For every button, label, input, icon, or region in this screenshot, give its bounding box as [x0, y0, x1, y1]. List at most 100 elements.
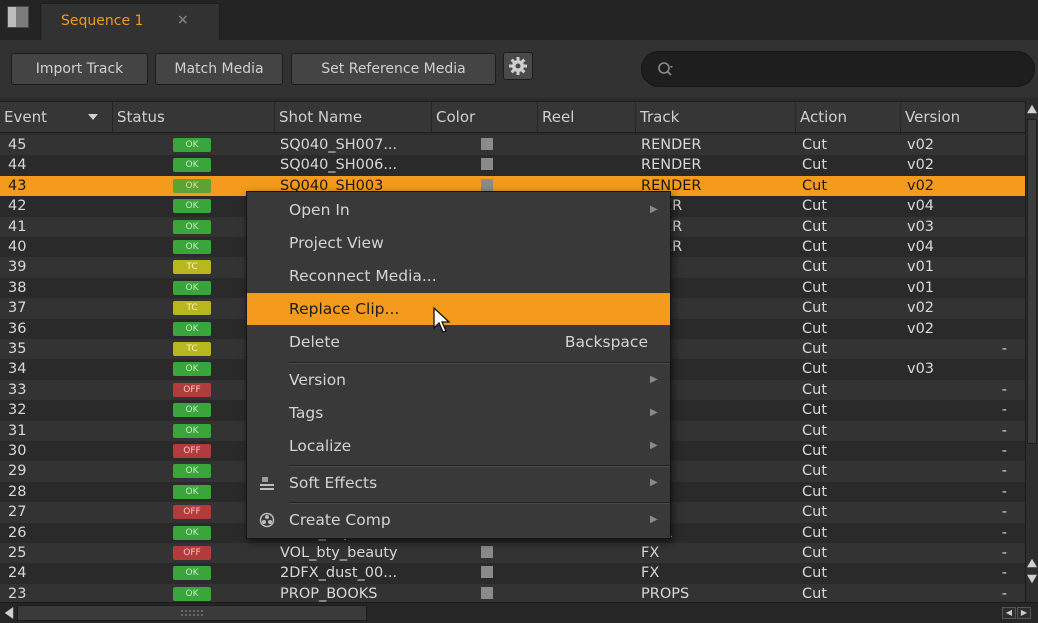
menu-item-project-view[interactable]: Project View	[247, 227, 670, 259]
track-cell: FX	[641, 545, 660, 561]
search-field[interactable]	[641, 51, 1035, 87]
vertical-scrollbar[interactable]	[1025, 101, 1038, 602]
menu-item-replace-clip[interactable]: Replace Clip...	[247, 293, 670, 325]
context-menu: Open In ▶ Project View Reconnect Media..…	[246, 191, 671, 539]
table-row[interactable]: 23 OK PROP_BOOKS PROPS Cut -	[0, 583, 1025, 602]
version-cell: -	[1001, 504, 1007, 521]
submenu-arrow-icon: ▶	[650, 204, 658, 215]
vertical-scroll-thumb[interactable]	[1027, 119, 1037, 444]
shot-name-cell: VOL_bty_beauty	[280, 545, 398, 561]
shot-name-cell: SQ040_SH007...	[280, 137, 398, 153]
table-row[interactable]: 45 OK SQ040_SH007... RENDER Cut v02	[0, 135, 1025, 156]
create-comp-icon	[259, 512, 275, 528]
match-media-button[interactable]: Match Media	[155, 53, 283, 85]
scroll-left-icon[interactable]: ◀	[1002, 607, 1016, 619]
event-cell: 40	[8, 239, 27, 255]
shot-name-cell: PROP_BOOKS	[280, 585, 378, 602]
menu-item-open-in[interactable]: Open In ▶	[247, 194, 670, 226]
column-color[interactable]: Color	[432, 102, 538, 132]
column-track[interactable]: Track	[636, 102, 796, 132]
status-badge: OFF	[173, 382, 211, 397]
event-cell: 41	[8, 218, 27, 235]
version-cell: v04	[907, 198, 935, 215]
tab-sequence-1[interactable]: Sequence 1 ×	[40, 3, 220, 40]
version-cell: -	[1001, 402, 1007, 419]
menu-item-delete[interactable]: Delete Backspace	[247, 326, 670, 358]
action-cell: Cut	[802, 218, 827, 235]
status-badge: OK	[173, 138, 211, 152]
panel-menu-icon[interactable]	[7, 6, 29, 28]
track-cell: RENDER	[641, 157, 702, 174]
horizontal-scroll-thumb[interactable]	[17, 605, 367, 621]
track-cell: FX	[641, 565, 660, 582]
scroll-down-icon[interactable]	[1027, 574, 1037, 584]
action-cell: Cut	[802, 279, 827, 296]
table-row[interactable]: 44 OK SQ040_SH006... RENDER Cut v02	[0, 155, 1025, 176]
action-cell: Cut	[802, 381, 827, 398]
gear-glyph	[509, 57, 527, 75]
status-badge: OK	[173, 321, 211, 336]
status-badge: TC	[173, 342, 211, 356]
gear-icon[interactable]	[503, 52, 533, 80]
version-cell: v02	[907, 320, 935, 337]
status-badge: TC	[173, 301, 211, 316]
version-cell: -	[1001, 422, 1007, 439]
column-version[interactable]: Version	[901, 102, 1025, 132]
event-cell: 27	[8, 504, 27, 521]
version-cell: -	[1001, 341, 1007, 357]
set-reference-media-button[interactable]: Set Reference Media	[291, 53, 496, 85]
action-cell: Cut	[802, 157, 827, 174]
menu-label: Create Comp	[289, 511, 391, 529]
color-swatch	[481, 586, 493, 599]
event-cell: 31	[8, 422, 27, 439]
action-cell: Cut	[802, 483, 827, 500]
column-event[interactable]: Event	[0, 102, 113, 132]
version-cell: -	[1001, 381, 1007, 398]
version-cell: v03	[907, 361, 935, 378]
menu-item-localize[interactable]: Localize ▶	[247, 430, 670, 462]
column-action[interactable]: Action	[796, 102, 901, 132]
tab-title: Sequence 1	[61, 13, 144, 29]
event-cell: 28	[8, 483, 27, 500]
menu-item-reconnect-media[interactable]: Reconnect Media...	[247, 260, 670, 292]
mouse-cursor-icon	[433, 306, 451, 333]
scroll-right-icon[interactable]: ▶	[1017, 607, 1031, 619]
menu-label: Localize	[289, 437, 352, 455]
submenu-arrow-icon: ▶	[650, 374, 658, 385]
menu-item-create-comp[interactable]: Create Comp ▶	[247, 504, 670, 536]
action-cell: Cut	[802, 565, 827, 582]
event-cell: 44	[8, 157, 27, 174]
column-status[interactable]: Status	[113, 102, 275, 132]
column-shot-name[interactable]: Shot Name	[275, 102, 432, 132]
search-input[interactable]	[686, 58, 1020, 82]
menu-label: Reconnect Media...	[289, 267, 437, 285]
shot-name-cell: 2DFX_dust_00...	[280, 565, 398, 582]
submenu-arrow-icon: ▶	[650, 440, 658, 451]
table-row[interactable]: 25 OFF VOL_bty_beauty FX Cut -	[0, 543, 1025, 564]
event-cell: 30	[8, 443, 27, 459]
horizontal-scrollbar[interactable]: ◀ ▶	[0, 602, 1038, 623]
menu-item-soft-effects[interactable]: Soft Effects ▶	[247, 467, 670, 499]
status-badge: OK	[173, 464, 211, 479]
version-cell: v03	[907, 218, 935, 235]
status-badge: OK	[173, 484, 211, 499]
shot-name-cell: SQ040_SH006...	[280, 157, 398, 174]
scroll-up-icon[interactable]	[1027, 104, 1037, 114]
submenu-arrow-icon: ▶	[650, 407, 658, 418]
event-cell: 45	[8, 137, 27, 153]
action-cell: Cut	[802, 341, 827, 357]
color-swatch	[481, 178, 493, 191]
scroll-left-icon[interactable]	[4, 607, 14, 619]
import-track-button[interactable]: Import Track	[11, 53, 148, 85]
version-cell: v01	[907, 279, 935, 296]
event-cell: 38	[8, 279, 27, 296]
track-cell: PROPS	[641, 585, 690, 602]
column-reel[interactable]: Reel	[538, 102, 636, 132]
table-row[interactable]: 24 OK 2DFX_dust_00... FX Cut -	[0, 563, 1025, 584]
close-icon[interactable]: ×	[177, 12, 189, 28]
status-badge: OK	[173, 219, 211, 234]
action-cell: Cut	[802, 422, 827, 439]
menu-item-version[interactable]: Version ▶	[247, 364, 670, 396]
scroll-up-icon[interactable]	[1027, 558, 1037, 568]
menu-item-tags[interactable]: Tags ▶	[247, 397, 670, 429]
